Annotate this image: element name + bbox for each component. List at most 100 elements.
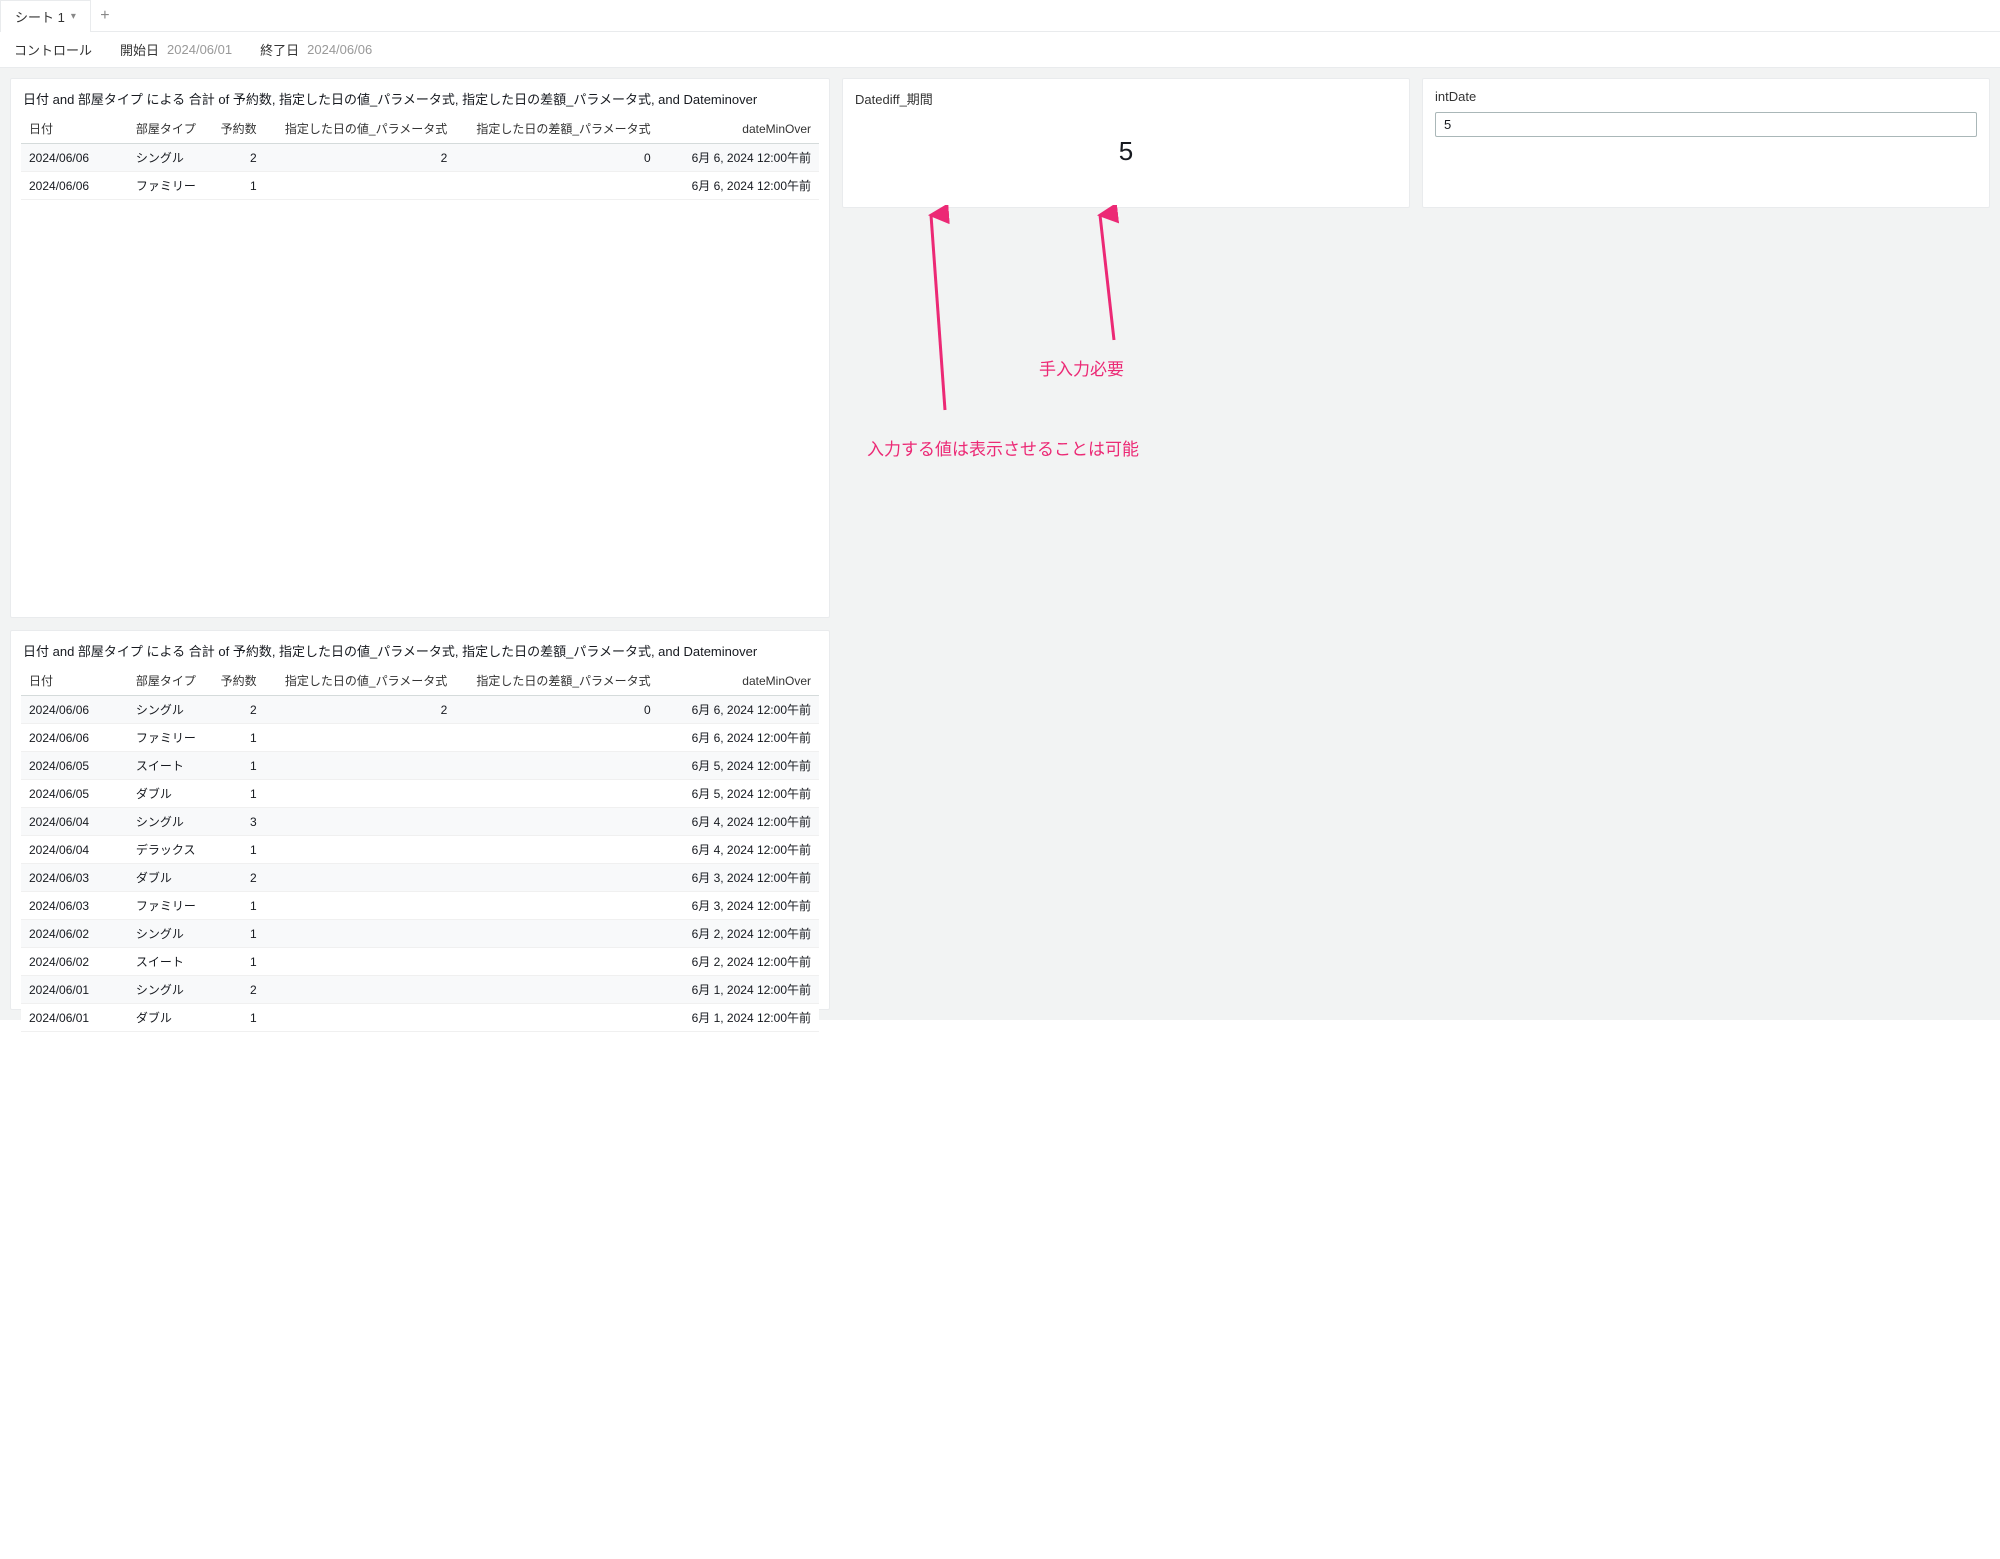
- visual-title: 日付 and 部屋タイプ による 合計 of 予約数, 指定した日の値_パラメー…: [11, 79, 829, 114]
- cell-date_min_over: 6月 5, 2024 12:00午前: [659, 780, 819, 808]
- cell-date_min_over: 6月 1, 2024 12:00午前: [659, 976, 819, 1004]
- col-reservations[interactable]: 予約数: [209, 114, 265, 144]
- dashboard-canvas: 日付 and 部屋タイプ による 合計 of 予約数, 指定した日の値_パラメー…: [0, 68, 2000, 1020]
- cell-date: 2024/06/06: [21, 172, 128, 200]
- cell-param_diff: [455, 724, 658, 752]
- table-row[interactable]: 2024/06/01シングル2 6月 1, 2024 12:00午前: [21, 976, 819, 1004]
- col-date-min-over[interactable]: dateMinOver: [659, 114, 819, 144]
- table-row[interactable]: 2024/06/03ダブル26月 3, 2024 12:00午前: [21, 864, 819, 892]
- col-date[interactable]: 日付: [21, 666, 128, 696]
- col-param-value[interactable]: 指定した日の値_パラメータ式: [265, 666, 456, 696]
- cell-param_value: [265, 864, 456, 892]
- col-param-diff[interactable]: 指定した日の差額_パラメータ式: [455, 114, 658, 144]
- table-row[interactable]: 2024/06/01ダブル16月 1, 2024 12:00午前: [21, 1004, 819, 1032]
- table-visual-1[interactable]: 日付 and 部屋タイプ による 合計 of 予約数, 指定した日の値_パラメー…: [10, 78, 830, 618]
- tab-label: シート 1: [15, 7, 65, 26]
- add-sheet-button[interactable]: +: [91, 2, 119, 30]
- cell-param_value: [265, 920, 456, 948]
- cell-reservations: 2: [209, 864, 265, 892]
- cell-param_diff: [455, 948, 658, 976]
- cell-param_value: [265, 976, 456, 1004]
- table-row[interactable]: 2024/06/04デラックス16月 4, 2024 12:00午前: [21, 836, 819, 864]
- kpi-datediff[interactable]: Datediff_期間 5: [842, 78, 1410, 208]
- cell-reservations: 1: [209, 948, 265, 976]
- visual-title: 日付 and 部屋タイプ による 合計 of 予約数, 指定した日の値_パラメー…: [11, 631, 829, 666]
- cell-date: 2024/06/05: [21, 780, 128, 808]
- cell-param_diff: 0: [455, 696, 658, 724]
- annotation-manual-input: 手入力必要: [1039, 355, 1124, 380]
- cell-param_value: [265, 948, 456, 976]
- cell-param_value: 2: [265, 144, 456, 172]
- controls-bar: コントロール 開始日 2024/06/01 終了日 2024/06/06: [0, 32, 2000, 68]
- cell-param_diff: [455, 808, 658, 836]
- kpi-intdate[interactable]: intDate: [1422, 78, 1990, 208]
- cell-param_value: [265, 892, 456, 920]
- table-row[interactable]: 2024/06/02スイート1 6月 2, 2024 12:00午前: [21, 948, 819, 976]
- cell-date_min_over: 6月 2, 2024 12:00午前: [659, 948, 819, 976]
- cell-room_type: スイート: [128, 752, 209, 780]
- col-param-value[interactable]: 指定した日の値_パラメータ式: [265, 114, 456, 144]
- cell-param_value: [265, 172, 456, 200]
- start-date-value: 2024/06/01: [167, 42, 232, 57]
- tab-bar: シート 1 ▾ +: [0, 0, 2000, 32]
- table-row[interactable]: 2024/06/04シングル36月 4, 2024 12:00午前: [21, 808, 819, 836]
- kpi-value: 5: [855, 116, 1397, 197]
- table-row[interactable]: 2024/06/02シングル16月 2, 2024 12:00午前: [21, 920, 819, 948]
- table-row[interactable]: 2024/06/03ファミリー16月 3, 2024 12:00午前: [21, 892, 819, 920]
- cell-param_value: [265, 808, 456, 836]
- cell-room_type: シングル: [128, 976, 209, 1004]
- cell-date: 2024/06/03: [21, 864, 128, 892]
- control-start-date[interactable]: 開始日 2024/06/01: [120, 40, 232, 59]
- cell-reservations: 1: [209, 752, 265, 780]
- cell-reservations: 2: [209, 144, 265, 172]
- col-reservations[interactable]: 予約数: [209, 666, 265, 696]
- col-date-min-over[interactable]: dateMinOver: [659, 666, 819, 696]
- cell-date: 2024/06/01: [21, 976, 128, 1004]
- cell-date: 2024/06/06: [21, 724, 128, 752]
- cell-room_type: シングル: [128, 808, 209, 836]
- cell-param_value: [265, 752, 456, 780]
- table-row[interactable]: 2024/06/05スイート1 6月 5, 2024 12:00午前: [21, 752, 819, 780]
- table-header-row: 日付 部屋タイプ 予約数 指定した日の値_パラメータ式 指定した日の差額_パラメ…: [21, 666, 819, 696]
- cell-param_value: 2: [265, 696, 456, 724]
- table-row[interactable]: 2024/06/06シングル2206月 6, 2024 12:00午前: [21, 696, 819, 724]
- table-row[interactable]: 2024/06/06シングル2206月 6, 2024 12:00午前: [21, 144, 819, 172]
- cell-date: 2024/06/06: [21, 696, 128, 724]
- cell-reservations: 2: [209, 976, 265, 1004]
- arrow-icon: [1089, 205, 1129, 345]
- cell-param_diff: [455, 172, 658, 200]
- cell-date: 2024/06/05: [21, 752, 128, 780]
- cell-date_min_over: 6月 3, 2024 12:00午前: [659, 864, 819, 892]
- plus-icon: +: [100, 7, 109, 25]
- cell-date_min_over: 6月 4, 2024 12:00午前: [659, 808, 819, 836]
- table-visual-2[interactable]: 日付 and 部屋タイプ による 合計 of 予約数, 指定した日の値_パラメー…: [10, 630, 830, 1010]
- cell-room_type: スイート: [128, 948, 209, 976]
- col-param-diff[interactable]: 指定した日の差額_パラメータ式: [455, 666, 658, 696]
- cell-room_type: ファミリー: [128, 892, 209, 920]
- kpi-title: Datediff_期間: [855, 89, 1397, 108]
- annotation-value-display: 入力する値は表示させることは可能: [867, 435, 1139, 460]
- cell-param_value: [265, 724, 456, 752]
- cell-date_min_over: 6月 6, 2024 12:00午前: [659, 724, 819, 752]
- cell-param_diff: [455, 836, 658, 864]
- end-date-value: 2024/06/06: [307, 42, 372, 57]
- cell-date: 2024/06/04: [21, 808, 128, 836]
- table-header-row: 日付 部屋タイプ 予約数 指定した日の値_パラメータ式 指定した日の差額_パラメ…: [21, 114, 819, 144]
- arrow-icon: [917, 205, 957, 415]
- table-row[interactable]: 2024/06/05ダブル16月 5, 2024 12:00午前: [21, 780, 819, 808]
- cell-room_type: ダブル: [128, 1004, 209, 1032]
- cell-param_value: [265, 780, 456, 808]
- control-end-date[interactable]: 終了日 2024/06/06: [260, 40, 372, 59]
- intdate-input[interactable]: [1435, 112, 1977, 137]
- table-row[interactable]: 2024/06/06ファミリー16月 6, 2024 12:00午前: [21, 724, 819, 752]
- cell-reservations: 1: [209, 724, 265, 752]
- col-room-type[interactable]: 部屋タイプ: [128, 666, 209, 696]
- cell-date: 2024/06/02: [21, 948, 128, 976]
- cell-date_min_over: 6月 5, 2024 12:00午前: [659, 752, 819, 780]
- table-row[interactable]: 2024/06/06ファミリー16月 6, 2024 12:00午前: [21, 172, 819, 200]
- cell-date: 2024/06/06: [21, 144, 128, 172]
- cell-param_diff: [455, 752, 658, 780]
- tab-sheet1[interactable]: シート 1 ▾: [0, 0, 91, 32]
- col-room-type[interactable]: 部屋タイプ: [128, 114, 209, 144]
- col-date[interactable]: 日付: [21, 114, 128, 144]
